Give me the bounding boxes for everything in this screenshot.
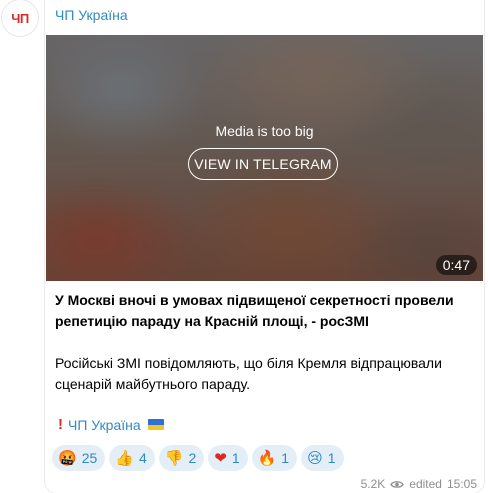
message-text: У Москві вночі в умовах підвищеної секре… [55,290,475,395]
crying-face-icon: 😢 [307,448,323,467]
channel-name[interactable]: ЧП Україна [55,7,128,23]
reaction-crying[interactable]: 😢 1 [301,445,344,471]
reactions-bar: 🤬 25 👍 4 👎 2 ❤ 1 🔥 1 😢 1 [52,445,344,471]
reaction-count: 25 [81,450,98,466]
reaction-angry[interactable]: 🤬 25 [52,445,106,471]
angry-face-icon: 🤬 [58,448,77,467]
media-too-big-notice: Media is too big [215,123,314,139]
reaction-count: 1 [231,450,240,466]
reaction-count: 2 [188,450,197,466]
message-time: 15:05 [446,477,477,491]
reaction-fire[interactable]: 🔥 1 [251,445,298,471]
eye-icon [390,480,405,488]
reaction-count: 1 [327,450,336,466]
thumbs-up-icon: 👍 [115,448,134,467]
message-view: ЧП ЧП Україна Media is too big VIEW IN T… [0,0,488,493]
view-in-telegram-button[interactable]: VIEW IN TELEGRAM [188,148,338,180]
reaction-thumbs-down[interactable]: 👎 2 [158,445,205,471]
video-preview[interactable]: Media is too big VIEW IN TELEGRAM 0:47 [46,35,483,281]
signature-link[interactable]: ЧП Україна [68,417,141,433]
edited-label: edited [409,477,442,491]
fire-icon: 🔥 [257,448,277,467]
post-signature[interactable]: ! ЧП Україна [58,416,164,433]
post-headline: У Москві вночі в умовах підвищеної секре… [55,292,454,329]
thumbs-down-icon: 👎 [164,448,184,467]
message-meta: 5.2K edited 15:05 [361,477,477,491]
channel-avatar[interactable]: ЧП [2,0,38,36]
reaction-thumbs-up[interactable]: 👍 4 [109,445,155,471]
post-body: Російські ЗМІ повідомляють, що біля Крем… [55,355,442,392]
reaction-heart[interactable]: ❤ 1 [208,445,248,471]
reaction-count: 4 [138,450,147,466]
heart-icon: ❤ [214,448,227,467]
reaction-count: 1 [281,450,290,466]
avatar-text: ЧП [11,10,29,26]
video-duration-badge: 0:47 [435,255,477,275]
view-count: 5.2K [360,477,386,491]
exclamation-icon: ! [58,416,63,433]
ukraine-flag-icon [147,419,164,430]
